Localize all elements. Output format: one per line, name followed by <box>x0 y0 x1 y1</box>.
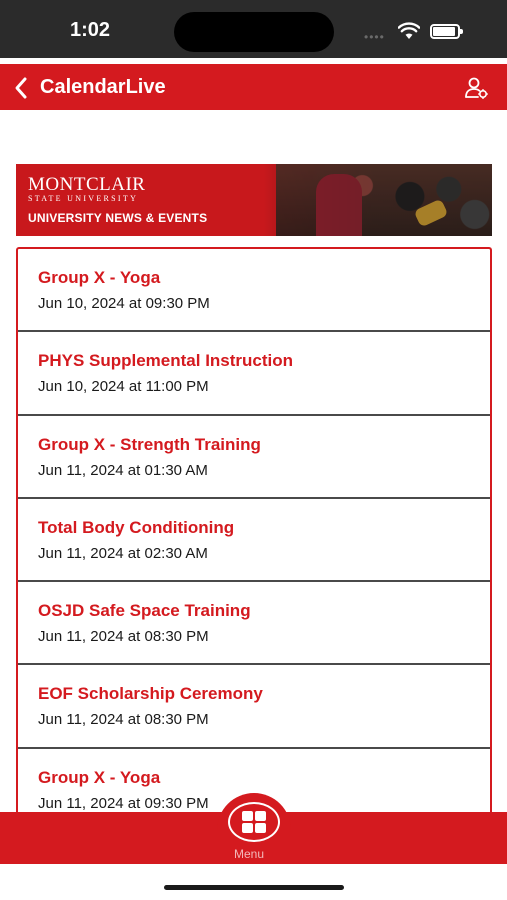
event-list-item[interactable]: Group X - Yoga Jun 10, 2024 at 09:30 PM <box>18 249 490 333</box>
logo-main-text: MONTCLAIR <box>28 174 146 195</box>
event-date: Jun 11, 2024 at 08:30 PM <box>38 628 209 646</box>
menu-button[interactable] <box>228 802 280 842</box>
logo-sub-text: STATE UNIVERSITY <box>28 194 139 203</box>
event-title: Total Body Conditioning <box>38 517 235 537</box>
status-time: 1:02 <box>70 19 111 41</box>
event-list-item[interactable]: Total Body Conditioning Jun 11, 2024 at … <box>18 499 490 583</box>
event-title: Group X - Strength Training <box>38 434 261 454</box>
event-date: Jun 10, 2024 at 09:30 PM <box>38 295 210 312</box>
chevron-left-icon[interactable] <box>12 76 32 100</box>
account-icon[interactable] <box>464 76 490 100</box>
news-events-banner[interactable]: MONTCLAIR STATE UNIVERSITY UNIVERSITY NE… <box>16 164 492 236</box>
home-indicator[interactable] <box>164 885 344 890</box>
cellular-signal-icon: •••• <box>364 30 385 44</box>
status-bar: 1:02 •••• <box>0 0 507 58</box>
event-list-item[interactable]: PHYS Supplemental Instruction Jun 10, 20… <box>18 332 490 416</box>
event-title: Group X - Yoga <box>38 268 161 287</box>
dynamic-island <box>174 12 334 52</box>
university-logo: MONTCLAIR STATE UNIVERSITY <box>28 174 146 204</box>
banner-photo <box>276 164 492 236</box>
event-title: EOF Scholarship Ceremony <box>38 684 263 704</box>
navigation-bar: CalendarLive <box>0 64 507 110</box>
event-list: Group X - Yoga Jun 10, 2024 at 09:30 PM … <box>16 247 492 817</box>
grid-icon <box>242 811 266 833</box>
event-list-item[interactable]: EOF Scholarship Ceremony Jun 11, 2024 at… <box>18 665 490 749</box>
event-list-item[interactable]: Group X - Strength Training Jun 11, 2024… <box>18 416 490 499</box>
event-date: Jun 11, 2024 at 08:30 PM <box>38 711 209 729</box>
page-title: CalendarLive <box>40 76 166 98</box>
event-list-item[interactable]: OSJD Safe Space Training Jun 11, 2024 at… <box>18 582 490 666</box>
event-date: Jun 11, 2024 at 01:30 AM <box>38 461 208 479</box>
event-title: OSJD Safe Space Training <box>38 601 251 621</box>
event-date: Jun 10, 2024 at 11:00 PM <box>38 378 209 396</box>
banner-tagline: UNIVERSITY NEWS & EVENTS <box>28 211 208 225</box>
wifi-icon <box>398 22 420 39</box>
battery-icon <box>430 24 463 39</box>
event-title: PHYS Supplemental Instruction <box>38 351 294 371</box>
menu-label[interactable]: Menu <box>234 847 264 861</box>
event-date: Jun 11, 2024 at 02:30 AM <box>38 544 208 562</box>
event-title: Group X - Yoga <box>38 767 161 787</box>
